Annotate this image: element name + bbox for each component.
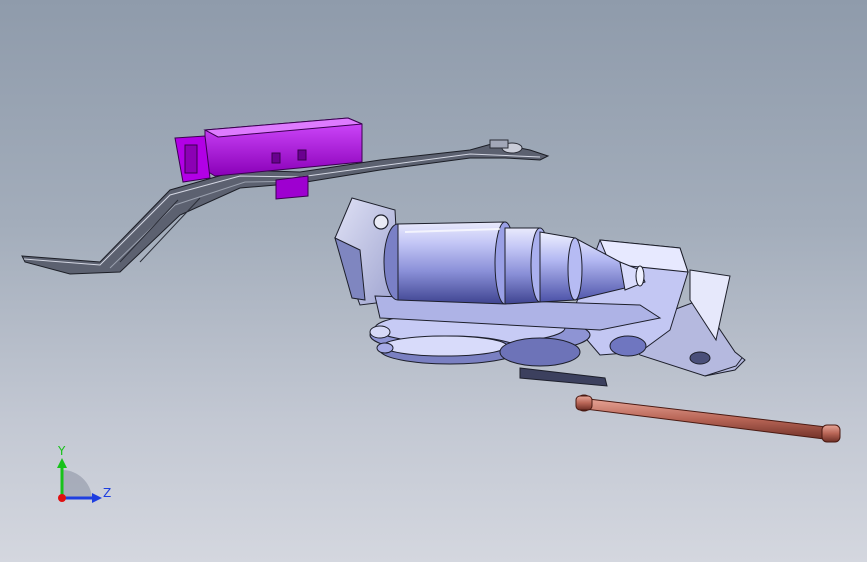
motor-body[interactable] (374, 221, 662, 331)
y-axis-label: Y (57, 444, 66, 458)
z-axis-label: Z (103, 486, 111, 500)
model-scene[interactable]: Y Z (0, 0, 867, 562)
shaft-rod[interactable] (575, 394, 841, 443)
triad-plane (62, 469, 92, 498)
y-arrowhead-icon (57, 458, 67, 468)
triad-origin-icon (58, 494, 66, 502)
z-arrowhead-icon (92, 493, 102, 503)
3d-viewport[interactable]: Y Z (0, 0, 867, 562)
orientation-triad: Y Z (57, 444, 111, 503)
